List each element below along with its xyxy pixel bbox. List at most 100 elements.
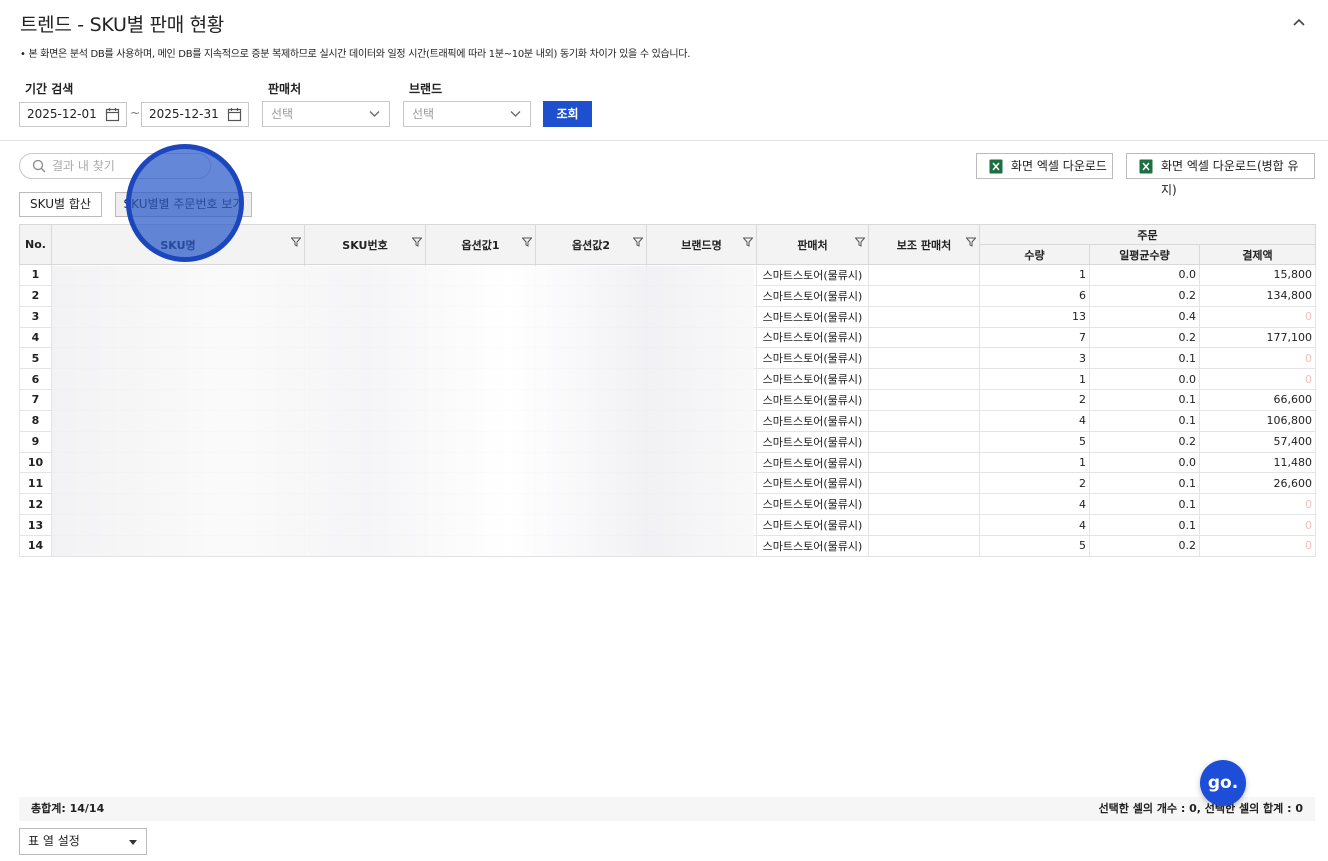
cell-seller[interactable]: 스마트스토어(물류시): [756, 326, 869, 349]
excel-download-button[interactable]: 화면 엑셀 다운로드: [976, 153, 1113, 179]
row-no[interactable]: 4: [19, 326, 52, 349]
calendar-icon[interactable]: [227, 107, 242, 122]
filter-icon[interactable]: [633, 237, 643, 247]
search-button[interactable]: 조회: [543, 101, 592, 127]
end-date-input[interactable]: 2025-12-31: [141, 102, 249, 127]
cell-amount[interactable]: 57,400: [1198, 430, 1317, 453]
row-no[interactable]: 6: [19, 368, 52, 391]
cell-sub-seller[interactable]: [868, 305, 980, 328]
calendar-icon[interactable]: [105, 107, 120, 122]
cell-sub-seller[interactable]: [868, 534, 980, 557]
col-seller[interactable]: 판매처: [756, 224, 869, 265]
cell-qty[interactable]: 5: [979, 430, 1090, 453]
cell-qty[interactable]: 1: [979, 264, 1090, 286]
col-avg-qty[interactable]: 일평균수량: [1089, 244, 1200, 265]
row-no[interactable]: 7: [19, 389, 52, 411]
cell-qty[interactable]: 4: [979, 409, 1090, 432]
cell-seller[interactable]: 스마트스토어(물류시): [756, 534, 869, 557]
col-qty[interactable]: 수량: [979, 244, 1090, 265]
chevron-up-icon[interactable]: [1290, 14, 1308, 32]
cell-qty[interactable]: 4: [979, 493, 1090, 516]
row-no[interactable]: 13: [19, 514, 52, 536]
cell-amount[interactable]: 0: [1198, 493, 1317, 516]
cell-qty[interactable]: 2: [979, 472, 1090, 495]
cell-qty[interactable]: 1: [979, 368, 1090, 391]
row-no[interactable]: 12: [19, 493, 52, 516]
col-sku-no[interactable]: SKU번호: [304, 224, 426, 265]
cell-avg-qty[interactable]: 0.0: [1089, 264, 1200, 286]
cell-qty[interactable]: 7: [979, 326, 1090, 349]
cell-avg-qty[interactable]: 0.4: [1089, 305, 1200, 328]
cell-amount[interactable]: 11,480: [1198, 451, 1317, 474]
row-no[interactable]: 5: [19, 347, 52, 370]
filter-icon[interactable]: [966, 237, 976, 247]
cell-avg-qty[interactable]: 0.2: [1089, 430, 1200, 453]
cell-seller[interactable]: 스마트스토어(물류시): [756, 514, 869, 536]
sku-sum-button[interactable]: SKU별 합산: [19, 192, 102, 217]
cell-amount[interactable]: 106,800: [1198, 409, 1317, 432]
cell-sub-seller[interactable]: [868, 430, 980, 453]
cell-seller[interactable]: 스마트스토어(물류시): [756, 284, 869, 307]
cell-amount[interactable]: 66,600: [1198, 389, 1317, 411]
cell-amount[interactable]: 0: [1198, 534, 1317, 557]
cell-seller[interactable]: 스마트스토어(물류시): [756, 389, 869, 411]
cell-sub-seller[interactable]: [868, 493, 980, 516]
cell-avg-qty[interactable]: 0.0: [1089, 451, 1200, 474]
cell-qty[interactable]: 3: [979, 347, 1090, 370]
cell-seller[interactable]: 스마트스토어(물류시): [756, 305, 869, 328]
cell-seller[interactable]: 스마트스토어(물류시): [756, 347, 869, 370]
cell-amount[interactable]: 26,600: [1198, 472, 1317, 495]
cell-sub-seller[interactable]: [868, 368, 980, 391]
filter-icon[interactable]: [743, 237, 753, 247]
cell-sub-seller[interactable]: [868, 326, 980, 349]
cell-sub-seller[interactable]: [868, 347, 980, 370]
cell-avg-qty[interactable]: 0.2: [1089, 284, 1200, 307]
excel-download-merged-button[interactable]: 화면 엑셀 다운로드(병합 유지): [1126, 153, 1315, 197]
cell-seller[interactable]: 스마트스토어(물류시): [756, 493, 869, 516]
row-no[interactable]: 8: [19, 409, 52, 432]
cell-seller[interactable]: 스마트스토어(물류시): [756, 451, 869, 474]
cell-avg-qty[interactable]: 0.1: [1089, 389, 1200, 411]
result-search-input[interactable]: 결과 내 찾기: [19, 153, 211, 179]
cell-qty[interactable]: 2: [979, 389, 1090, 411]
filter-icon[interactable]: [522, 237, 532, 247]
filter-icon[interactable]: [291, 237, 301, 247]
cell-seller[interactable]: 스마트스토어(물류시): [756, 430, 869, 453]
cell-seller[interactable]: 스마트스토어(물류시): [756, 409, 869, 432]
cell-amount[interactable]: 0: [1198, 347, 1317, 370]
col-option1[interactable]: 옵션값1: [425, 224, 536, 265]
row-no[interactable]: 11: [19, 472, 52, 495]
column-setting-select[interactable]: 표 열 설정: [19, 828, 147, 855]
cell-qty[interactable]: 6: [979, 284, 1090, 307]
col-sku-name[interactable]: SKU명: [51, 224, 305, 265]
cell-sub-seller[interactable]: [868, 284, 980, 307]
row-no[interactable]: 9: [19, 430, 52, 453]
row-no[interactable]: 1: [19, 264, 52, 286]
cell-avg-qty[interactable]: 0.1: [1089, 409, 1200, 432]
col-brand[interactable]: 브랜드명: [646, 224, 757, 265]
cell-qty[interactable]: 4: [979, 514, 1090, 536]
cell-amount[interactable]: 177,100: [1198, 326, 1317, 349]
cell-avg-qty[interactable]: 0.2: [1089, 326, 1200, 349]
cell-amount[interactable]: 0: [1198, 305, 1317, 328]
col-sub-seller[interactable]: 보조 판매처: [868, 224, 980, 265]
cell-seller[interactable]: 스마트스토어(물류시): [756, 368, 869, 391]
col-amount[interactable]: 결제액: [1198, 244, 1317, 265]
seller-select[interactable]: 선택: [262, 101, 390, 127]
cell-amount[interactable]: 0: [1198, 368, 1317, 391]
cell-seller[interactable]: 스마트스토어(물류시): [756, 472, 869, 495]
col-option2[interactable]: 옵션값2: [535, 224, 647, 265]
cell-sub-seller[interactable]: [868, 389, 980, 411]
cell-qty[interactable]: 5: [979, 534, 1090, 557]
cell-avg-qty[interactable]: 0.1: [1089, 347, 1200, 370]
row-no[interactable]: 10: [19, 451, 52, 474]
start-date-input[interactable]: 2025-12-01: [19, 102, 127, 127]
cell-sub-seller[interactable]: [868, 451, 980, 474]
cell-avg-qty[interactable]: 0.1: [1089, 472, 1200, 495]
row-no[interactable]: 14: [19, 534, 52, 557]
cell-avg-qty[interactable]: 0.1: [1089, 514, 1200, 536]
cell-sub-seller[interactable]: [868, 264, 980, 286]
cell-sub-seller[interactable]: [868, 409, 980, 432]
cell-sub-seller[interactable]: [868, 472, 980, 495]
cell-amount[interactable]: 0: [1198, 514, 1317, 536]
